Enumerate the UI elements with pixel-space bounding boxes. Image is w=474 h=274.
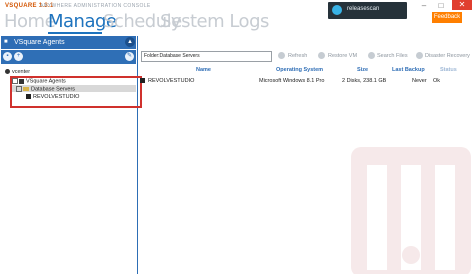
- minimize-button[interactable]: –: [418, 1, 430, 10]
- row-status: Ok: [433, 78, 441, 84]
- tab-system-logs[interactable]: System Logs: [160, 11, 269, 32]
- disaster-recovery-button[interactable]: Disaster Recovery: [425, 53, 470, 59]
- collapse-icon[interactable]: ■: [4, 39, 11, 46]
- tree-item-database-servers[interactable]: Database Servers: [16, 86, 75, 92]
- vcenter-icon: [5, 69, 10, 75]
- tree-item-revolvestudio[interactable]: REVOLVESTUDIO: [26, 94, 79, 100]
- edit-icon[interactable]: ✎: [125, 52, 134, 61]
- server-icon: [26, 94, 31, 100]
- left-panel-title: VSquare Agents: [14, 39, 65, 46]
- brand-watermark-icon: [351, 147, 471, 274]
- refresh-icon: [278, 52, 285, 59]
- maximize-button[interactable]: □: [435, 1, 447, 10]
- tree-item-vcenter[interactable]: vcenter: [5, 69, 30, 75]
- folder-icon[interactable]: ▪: [3, 52, 12, 61]
- column-header-os[interactable]: Operating System: [276, 67, 323, 73]
- column-header-status[interactable]: Status: [440, 67, 457, 73]
- expand-icon[interactable]: [12, 78, 18, 84]
- tree-item-label: REVOLVESTUDIO: [33, 94, 80, 100]
- refresh-button[interactable]: Refresh: [288, 53, 307, 59]
- folder-icon: [23, 87, 29, 91]
- feedback-button[interactable]: Feedback: [432, 12, 462, 23]
- account-name: releasescan: [347, 6, 380, 12]
- search-files-button[interactable]: Search Files: [377, 53, 408, 59]
- folder-path-field[interactable]: Folder:Database Servers: [141, 51, 272, 62]
- row-name: REVOLVESTUDIO: [148, 78, 195, 84]
- close-button[interactable]: ✕: [452, 0, 472, 10]
- chevron-up-icon[interactable]: ▲: [125, 37, 135, 47]
- restore-vm-icon: [318, 52, 325, 59]
- agents-icon: [19, 78, 24, 84]
- server-icon: [140, 78, 145, 83]
- row-last-backup: Never: [412, 78, 427, 84]
- disaster-recovery-icon: [416, 52, 423, 59]
- column-header-name[interactable]: Name: [196, 67, 211, 73]
- column-header-size[interactable]: Size: [357, 67, 368, 73]
- row-size: 2 Disks, 238.1 GB: [342, 78, 387, 84]
- user-icon: [332, 5, 342, 15]
- tree-item-label: VSquare Agents: [26, 78, 66, 85]
- expand-icon[interactable]: [16, 86, 22, 92]
- active-tab-indicator: [48, 32, 102, 34]
- tree-item-label: vcenter: [12, 69, 31, 75]
- row-os: Microsoft Windows 8.1 Pro: [259, 78, 325, 84]
- tree-item-label: Database Servers: [31, 86, 76, 93]
- tree-item-vsquare-agents[interactable]: VSquare Agents: [12, 78, 66, 84]
- add-icon[interactable]: +: [14, 52, 23, 61]
- app-subtitle: ANYWHERE ADMINISTRATION CONSOLE: [40, 3, 151, 9]
- column-header-last-backup[interactable]: Last Backup: [392, 67, 425, 73]
- search-files-icon: [368, 52, 375, 59]
- restore-vm-button[interactable]: Restore VM: [328, 53, 357, 59]
